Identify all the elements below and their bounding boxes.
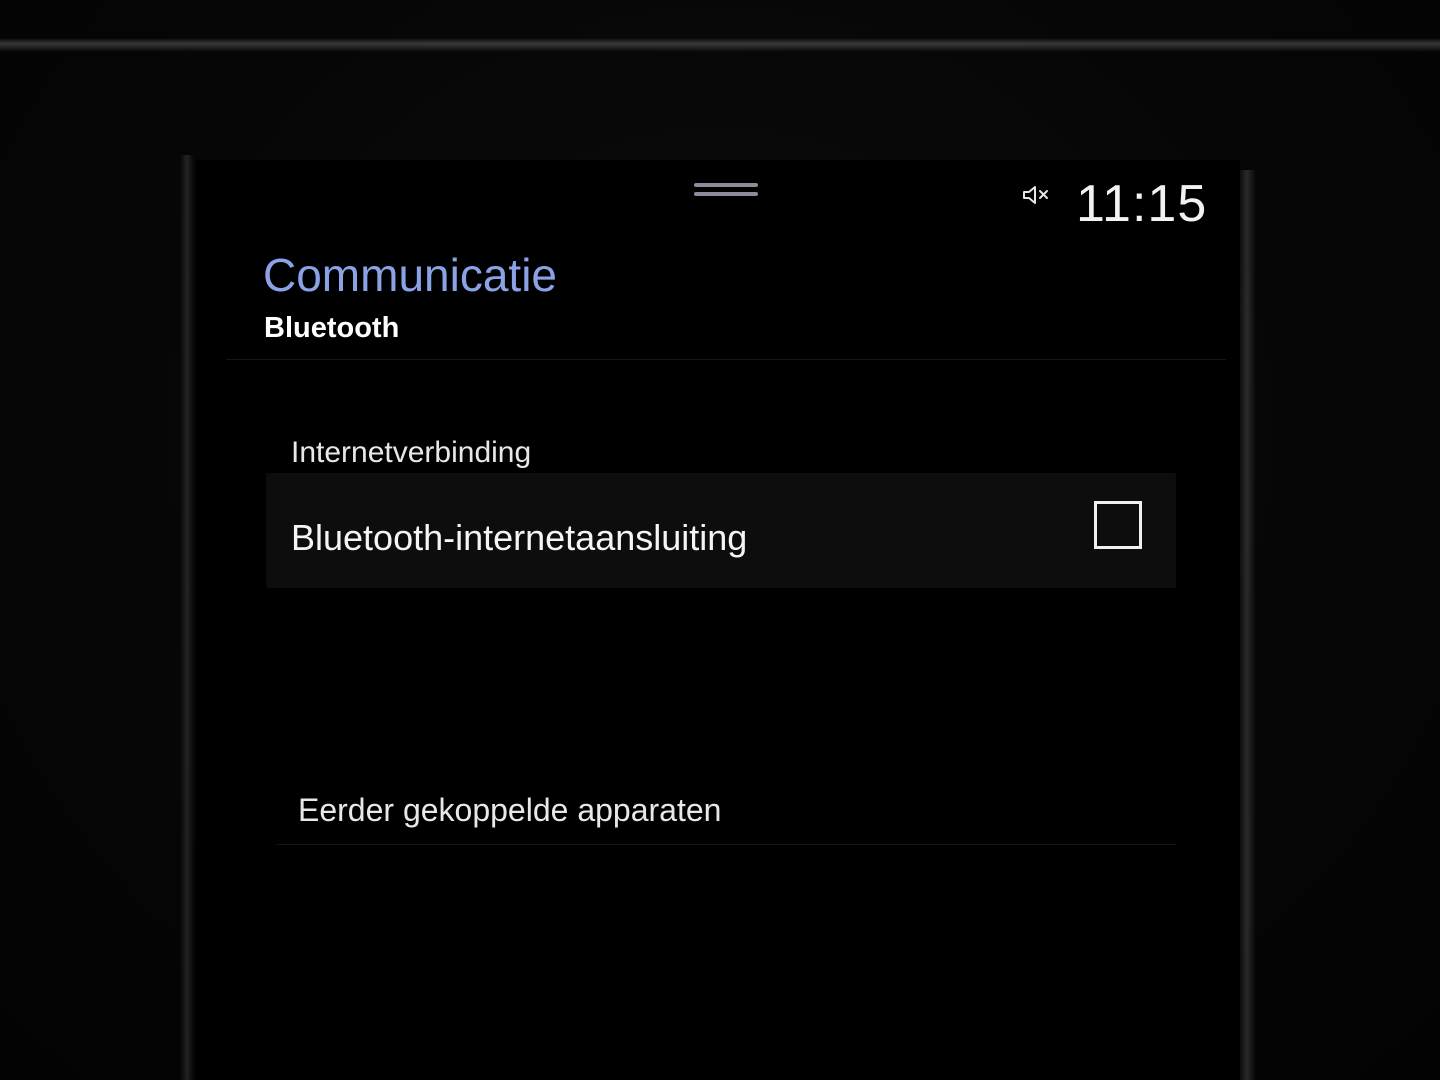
bezel-top-reflection xyxy=(0,38,1440,52)
list-divider xyxy=(276,844,1176,845)
setting-label: Bluetooth-internetaansluiting xyxy=(291,517,748,558)
clock: 11:15 xyxy=(1076,175,1208,233)
infotainment-screen: 11:15 Communicatie Bluetooth Internetver… xyxy=(196,160,1240,1080)
section-label-internet: Internetverbinding xyxy=(291,436,532,469)
page-subtitle: Bluetooth xyxy=(264,312,400,344)
bluetooth-internet-setting-row[interactable]: Bluetooth-internetaansluiting xyxy=(266,473,1176,588)
section-label-paired-devices[interactable]: Eerder gekoppelde apparaten xyxy=(298,794,721,826)
speaker-muted-icon xyxy=(1022,184,1052,206)
bluetooth-internet-checkbox[interactable] xyxy=(1094,501,1142,549)
bezel-right-edge xyxy=(1238,170,1256,1080)
page-title: Communicatie xyxy=(263,249,557,301)
bezel-left-edge xyxy=(180,155,194,1080)
header-divider xyxy=(226,359,1226,360)
drag-handle-icon[interactable] xyxy=(694,183,758,197)
